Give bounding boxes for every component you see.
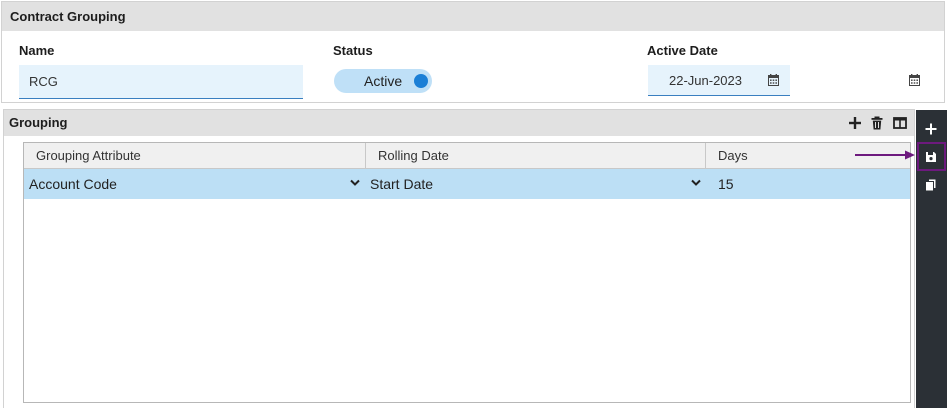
status-label: Status [333,43,373,58]
column-header-grouping-attribute[interactable]: Grouping Attribute [24,143,366,169]
columns-icon[interactable] [893,116,907,130]
grid-header-row: Grouping Attribute Rolling Date Days [24,143,910,169]
name-label: Name [19,43,55,58]
grouping-grid: Grouping Attribute Rolling Date Days Acc… [23,142,911,403]
calendar-icon[interactable] [909,74,920,86]
chevron-down-icon[interactable] [691,179,701,187]
grouping-title: Grouping [9,115,68,130]
grouping-attribute-cell[interactable]: Account Code [29,169,349,199]
days-cell[interactable]: 15 [718,169,898,199]
rolling-date-cell[interactable]: Start Date [370,169,690,199]
active-date-label: Active Date [647,43,718,58]
grouping-header: Grouping [4,110,914,136]
copy-button[interactable] [916,174,947,198]
add-icon[interactable] [848,116,862,130]
add-icon [925,123,937,135]
grouping-panel: Grouping Grouping Attribute Rolling Date… [3,109,915,408]
chevron-down-icon[interactable] [350,179,360,187]
table-row[interactable]: Account Code Start Date 15 [24,169,910,199]
annotation-arrow [855,150,915,160]
toggle-knob [414,74,428,88]
active-date-input[interactable]: 22-Jun-2023 [648,65,790,96]
name-input[interactable]: RCG [19,65,303,99]
active-date-value: 22-Jun-2023 [669,73,742,88]
contract-grouping-panel: Contract Grouping Name RCG Status Active… [1,1,945,103]
status-toggle-label: Active [364,73,403,89]
copy-icon [926,179,936,191]
column-header-rolling-date[interactable]: Rolling Date [366,143,706,169]
save-highlight-box [917,142,946,171]
add-button[interactable] [916,118,947,142]
calendar-icon[interactable] [768,74,779,86]
contract-grouping-title: Contract Grouping [2,2,944,31]
delete-icon[interactable] [870,116,884,130]
status-toggle[interactable]: Active [334,69,432,93]
